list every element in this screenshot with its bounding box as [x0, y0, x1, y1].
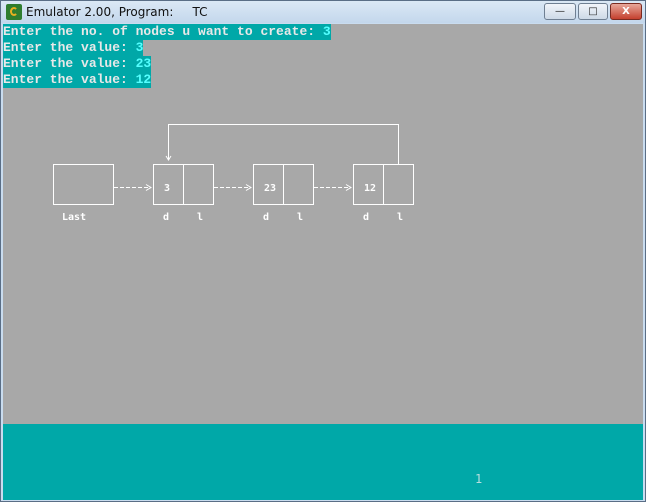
emulator-window: Emulator 2.00, Program: TC — □ X Enter t… [0, 0, 646, 502]
maximize-button[interactable]: □ [578, 3, 608, 20]
link-field-label: l [197, 212, 203, 223]
close-button[interactable]: X [610, 3, 642, 20]
link-field-label: l [297, 212, 303, 223]
app-icon [6, 4, 22, 20]
window-title: Emulator 2.00, Program: [26, 5, 174, 19]
last-pointer-box [53, 164, 114, 205]
page-number: 1 [475, 472, 483, 486]
data-field-label: d [363, 212, 369, 223]
circular-link-line [168, 124, 399, 165]
data-field-label: d [163, 212, 169, 223]
data-field-label: d [263, 212, 269, 223]
linked-list-diagram: 3 23 12 Last d l d l d l [53, 124, 414, 223]
console-screen[interactable]: Enter the no. of nodes u want to create:… [3, 24, 643, 424]
program-name: TC [192, 5, 208, 19]
minimize-button[interactable]: — [544, 3, 576, 20]
title-bar[interactable]: Emulator 2.00, Program: TC — □ X [1, 1, 645, 23]
minimize-icon: — [555, 6, 565, 17]
close-icon: X [622, 6, 630, 17]
node-value: 3 [164, 183, 170, 194]
link-field-label: l [397, 212, 403, 223]
status-bar: 1 [3, 424, 643, 500]
node-value: 23 [264, 183, 276, 194]
last-label: Last [62, 212, 86, 223]
maximize-icon: □ [588, 6, 598, 17]
node-value: 12 [364, 183, 376, 194]
